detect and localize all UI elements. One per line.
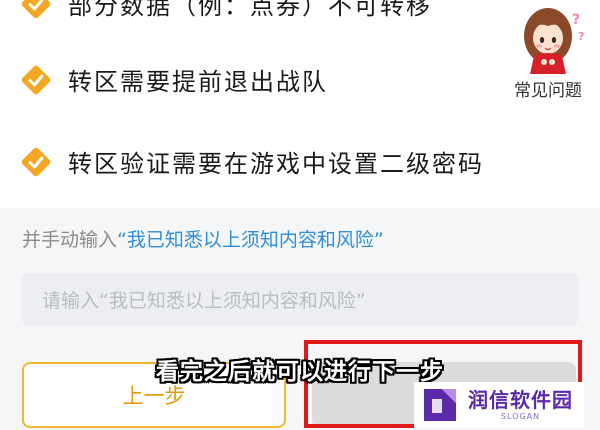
notice-item-data-transfer: 部分数据（例：点券）不可转移 bbox=[20, 0, 432, 21]
watermark-name: 润信软件园 bbox=[468, 387, 573, 412]
faq-label: 常见问题 bbox=[514, 81, 582, 101]
instruction-prefix: 并手动输入 bbox=[22, 229, 118, 251]
notice-text: 转区验证需要在游戏中设置二级密码 bbox=[68, 150, 484, 178]
confirmation-input[interactable]: 请输入“我已知悉以上须知内容和风险” bbox=[22, 273, 578, 325]
watermark-slogan: SLOGAN bbox=[500, 411, 541, 421]
notice-item-quit-team: 转区需要提前退出战队 bbox=[20, 62, 328, 97]
notice-text: 部分数据（例：点券）不可转移 bbox=[68, 0, 432, 20]
check-icon bbox=[21, 147, 51, 176]
notice-text: 转区需要提前退出战队 bbox=[68, 68, 328, 96]
required-phrase: “我已知悉以上须知内容和风险” bbox=[117, 229, 384, 251]
subtitle-caption: 看完之后就可以进行下一步 bbox=[156, 359, 444, 385]
watermark-logo-icon bbox=[424, 389, 456, 421]
svg-text:?: ? bbox=[578, 30, 584, 43]
confirmation-instruction: 并手动输入“我已知悉以上须知内容和风险” bbox=[22, 225, 384, 252]
confirmation-placeholder: 请输入“我已知悉以上须知内容和风险” bbox=[42, 289, 366, 312]
check-icon bbox=[21, 0, 51, 18]
watermark: 润信软件园 SLOGAN bbox=[414, 382, 584, 428]
notice-item-secondary-password: 转区验证需要在游戏中设置二级密码 bbox=[20, 144, 484, 179]
faq-button[interactable]: ? ? 常见问题 bbox=[506, 0, 600, 101]
check-icon bbox=[21, 65, 51, 94]
character-avatar-icon: ? ? bbox=[524, 8, 584, 74]
svg-text:?: ? bbox=[572, 12, 580, 28]
